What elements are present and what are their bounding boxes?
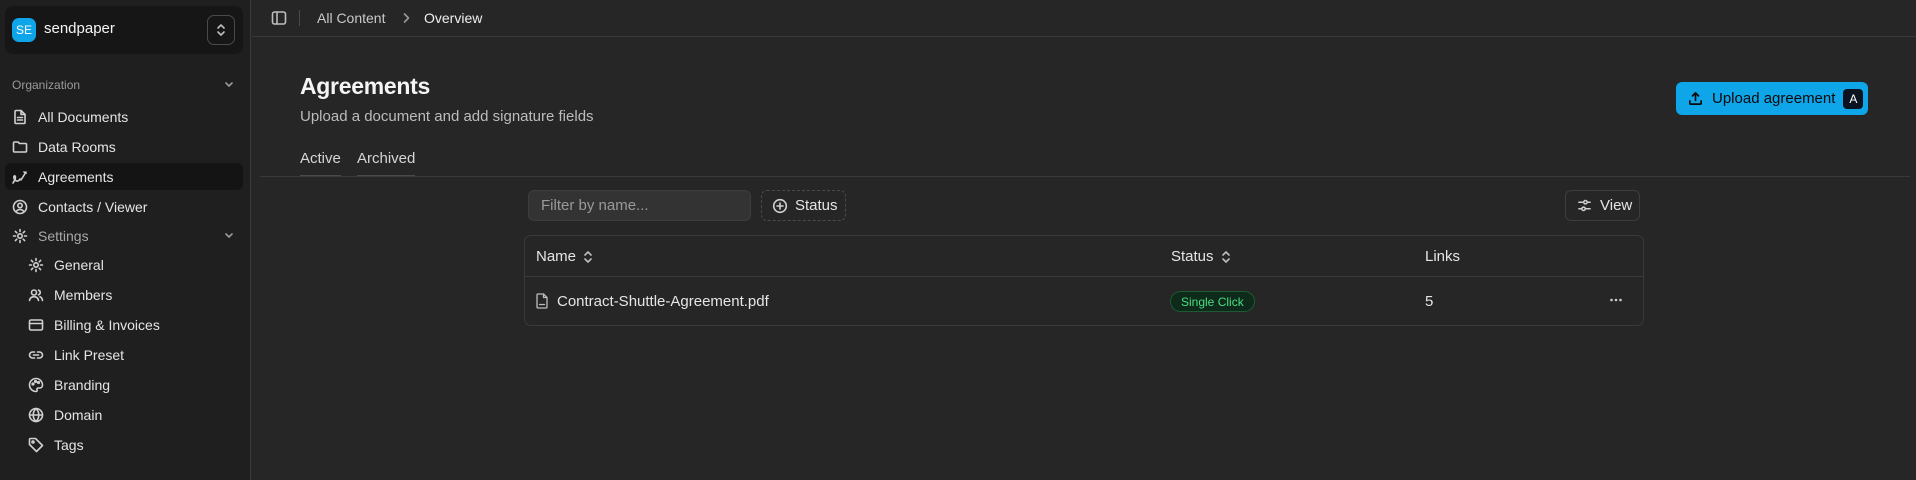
keyboard-shortcut: A bbox=[1843, 88, 1864, 109]
column-header-label: Links bbox=[1425, 248, 1461, 265]
palette-icon bbox=[28, 377, 44, 393]
sidebar-item-domain[interactable]: Domain bbox=[5, 401, 243, 428]
sidebar-item-label: Contacts / Viewer bbox=[38, 198, 148, 215]
chevron-right-icon bbox=[402, 12, 410, 24]
upload-agreement-label: Upload agreement bbox=[1712, 90, 1836, 107]
plus-circle-icon bbox=[772, 198, 788, 214]
tab-archived[interactable]: Archived bbox=[357, 150, 416, 177]
section-label-organization: Organization bbox=[12, 78, 81, 92]
tag-icon bbox=[28, 437, 44, 453]
view-label: View bbox=[1600, 197, 1633, 214]
view-options-button[interactable]: View bbox=[1565, 190, 1640, 221]
chevron-down-icon[interactable] bbox=[224, 232, 234, 240]
sort-icon bbox=[583, 250, 593, 264]
users-icon bbox=[28, 287, 44, 303]
sidebar-item-contacts[interactable]: Contacts / Viewer bbox=[5, 193, 243, 220]
agreements-table: Name Status Links Contract-Shuttle-Agree… bbox=[524, 235, 1644, 326]
tabs-divider bbox=[260, 176, 1910, 177]
folder-icon bbox=[12, 139, 28, 155]
sidebar-item-settings[interactable]: Settings bbox=[5, 222, 243, 249]
sidebar-item-label: Branding bbox=[54, 376, 111, 393]
sidebar: SE sendpaper Organization All Documents … bbox=[0, 0, 251, 480]
column-header-label: Status bbox=[1171, 248, 1214, 265]
sidebar-item-agreements[interactable]: Agreements bbox=[5, 163, 243, 190]
sidebar-item-label: Billing & Invoices bbox=[54, 316, 160, 333]
gear-icon bbox=[28, 257, 44, 273]
divider bbox=[299, 10, 300, 26]
sidebar-item-label: Tags bbox=[54, 436, 84, 453]
page-subtitle: Upload a document and add signature fiel… bbox=[300, 108, 594, 125]
sidebar-item-billing[interactable]: Billing & Invoices bbox=[5, 311, 243, 338]
status-badge: Single Click bbox=[1170, 291, 1255, 312]
sidebar-item-members[interactable]: Members bbox=[5, 281, 243, 308]
chevron-down-icon[interactable] bbox=[224, 81, 234, 89]
sidebar-item-link-preset[interactable]: Link Preset bbox=[5, 341, 243, 368]
sliders-icon bbox=[1577, 198, 1592, 213]
pdf-file-icon bbox=[535, 293, 549, 309]
sidebar-item-data-rooms[interactable]: Data Rooms bbox=[5, 133, 243, 160]
org-switcher[interactable]: SE sendpaper bbox=[5, 6, 243, 54]
sidebar-item-general[interactable]: General bbox=[5, 251, 243, 278]
column-header-label: Name bbox=[536, 248, 577, 265]
signature-icon bbox=[12, 169, 28, 185]
column-header-links: Links bbox=[1425, 248, 1460, 265]
status-filter-button[interactable]: Status bbox=[761, 190, 846, 221]
org-switcher-toggle[interactable] bbox=[207, 15, 235, 45]
org-name: sendpaper bbox=[44, 20, 115, 37]
link-icon bbox=[28, 347, 44, 363]
upload-agreement-button[interactable]: Upload agreement A bbox=[1676, 82, 1868, 115]
column-header-name[interactable]: Name bbox=[536, 248, 593, 265]
credit-card-icon bbox=[28, 317, 44, 333]
links-count: 5 bbox=[1425, 293, 1434, 310]
sidebar-item-all-documents[interactable]: All Documents bbox=[5, 103, 243, 130]
table-header: Name Status Links bbox=[525, 236, 1643, 277]
sort-icon bbox=[1221, 250, 1231, 264]
org-avatar: SE bbox=[12, 18, 36, 42]
sidebar-item-label: Settings bbox=[38, 227, 89, 244]
sidebar-item-label: Agreements bbox=[38, 168, 114, 185]
more-actions-icon[interactable] bbox=[1608, 292, 1624, 308]
table-row[interactable]: Contract-Shuttle-Agreement.pdf Single Cl… bbox=[525, 278, 1643, 326]
upload-icon bbox=[1688, 91, 1703, 106]
column-header-status[interactable]: Status bbox=[1171, 248, 1231, 265]
breadcrumb-current: Overview bbox=[424, 10, 483, 26]
status-filter-label: Status bbox=[795, 197, 838, 214]
sidebar-item-label: Members bbox=[54, 286, 113, 303]
document-name[interactable]: Contract-Shuttle-Agreement.pdf bbox=[557, 293, 769, 310]
sidebar-item-label: All Documents bbox=[38, 108, 129, 125]
filter-by-name-input[interactable] bbox=[528, 190, 751, 221]
sidebar-toggle-icon[interactable] bbox=[271, 10, 287, 26]
breadcrumb-root[interactable]: All Content bbox=[317, 10, 385, 26]
page-title: Agreements bbox=[300, 73, 430, 99]
gear-icon bbox=[12, 228, 28, 244]
top-bar: All Content Overview bbox=[252, 0, 1916, 37]
document-icon bbox=[12, 109, 28, 125]
sidebar-item-label: General bbox=[54, 256, 104, 273]
sidebar-item-label: Domain bbox=[54, 406, 103, 423]
tab-active[interactable]: Active bbox=[300, 150, 341, 177]
globe-icon bbox=[28, 407, 44, 423]
chevrons-up-down-icon bbox=[215, 23, 227, 37]
sidebar-item-label: Data Rooms bbox=[38, 138, 116, 155]
user-circle-icon bbox=[12, 199, 28, 215]
sidebar-item-tags[interactable]: Tags bbox=[5, 431, 243, 458]
sidebar-item-label: Link Preset bbox=[54, 346, 125, 363]
sidebar-item-branding[interactable]: Branding bbox=[5, 371, 243, 398]
